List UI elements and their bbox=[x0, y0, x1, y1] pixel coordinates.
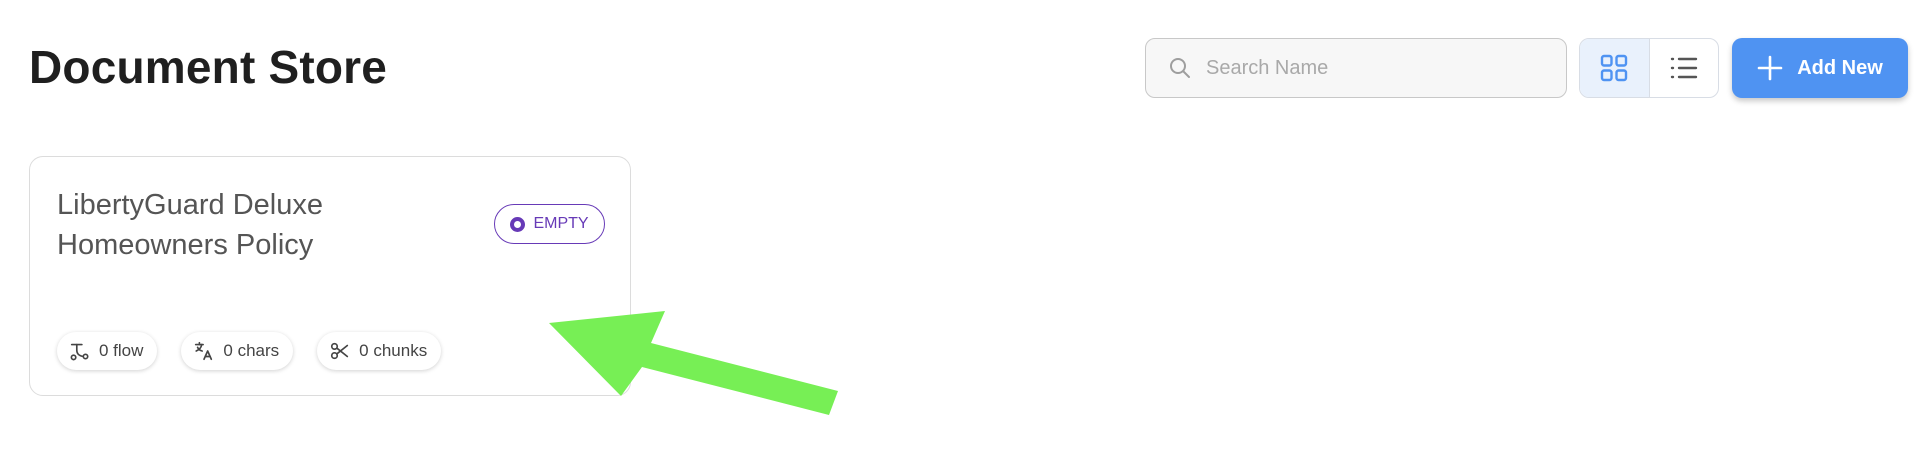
view-toggle bbox=[1579, 38, 1719, 98]
translate-icon bbox=[195, 341, 213, 361]
plus-icon bbox=[1757, 55, 1783, 81]
chunks-count-chip: 0 chunks bbox=[317, 332, 442, 370]
search-field[interactable] bbox=[1145, 38, 1567, 98]
flow-count-chip: 0 flow bbox=[57, 332, 158, 370]
store-name: LibertyGuard Deluxe Homeowners Policy bbox=[57, 189, 323, 261]
status-badge: EMPTY bbox=[494, 204, 605, 244]
list-view-button[interactable] bbox=[1650, 39, 1719, 97]
search-input[interactable] bbox=[1206, 56, 1566, 80]
chunks-count: 0 chunks bbox=[359, 341, 428, 360]
store-stats: 0 flow 0 chars 0 chunks bbox=[57, 332, 442, 370]
search-icon bbox=[1170, 58, 1190, 78]
grid-icon bbox=[1601, 54, 1628, 82]
grid-view-button[interactable] bbox=[1580, 39, 1650, 97]
chars-count: 0 chars bbox=[223, 341, 280, 360]
page-title: Document Store bbox=[29, 41, 388, 93]
status-label: EMPTY bbox=[533, 215, 589, 232]
add-new-label: Add New bbox=[1797, 56, 1883, 79]
flow-icon bbox=[70, 343, 89, 361]
flow-count: 0 flow bbox=[99, 341, 144, 360]
status-dot-icon bbox=[510, 216, 526, 232]
list-icon bbox=[1670, 57, 1697, 79]
document-store-card[interactable]: LibertyGuard Deluxe Homeowners Policy EM… bbox=[29, 156, 631, 396]
add-new-button[interactable]: Add New bbox=[1732, 38, 1908, 98]
chars-count-chip: 0 chars bbox=[181, 332, 294, 370]
scissors-icon bbox=[331, 342, 349, 360]
